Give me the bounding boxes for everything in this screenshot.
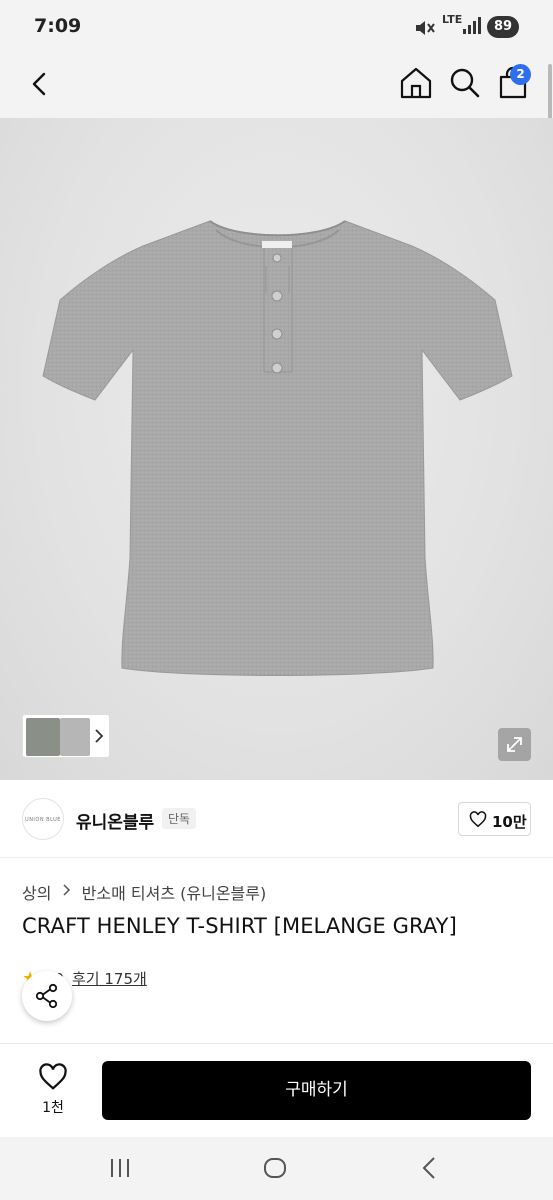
chevron-right-icon: [63, 883, 70, 896]
cart-count-badge: 2: [510, 64, 531, 85]
brand-logo[interactable]: UNION BLUE: [22, 798, 64, 840]
mute-icon: [416, 21, 435, 35]
expand-icon: [507, 737, 522, 752]
battery-indicator: 89: [487, 16, 519, 38]
wishlist-count: 1천: [42, 1100, 64, 1116]
thumbnail-shirts[interactable]: [60, 718, 90, 756]
home-icon[interactable]: [398, 65, 434, 101]
breadcrumb-subcategory[interactable]: 반소매 티셔츠 (유니온블루): [82, 880, 267, 904]
share-button[interactable]: [22, 971, 72, 1021]
app-top-bar: 2: [0, 56, 553, 118]
product-image[interactable]: [0, 118, 553, 780]
review-count-link[interactable]: 후기 175개: [72, 970, 147, 988]
back-icon[interactable]: [24, 68, 56, 100]
bottom-action-bar: 1천 구매하기: [0, 1043, 553, 1137]
heart-outline-icon: [469, 811, 487, 828]
expand-image-button[interactable]: [498, 728, 531, 761]
share-icon: [35, 983, 58, 1009]
status-bar: 7:09 LTE 89: [0, 0, 553, 56]
buy-button[interactable]: 구매하기: [102, 1061, 531, 1120]
wishlist-heart-icon[interactable]: [38, 1063, 68, 1091]
brand-row: UNION BLUE 유니온블루 단독 10만: [0, 780, 553, 858]
brand-like-count: 10만: [492, 813, 527, 831]
recent-apps-icon[interactable]: [109, 1158, 131, 1178]
home-circle-icon[interactable]: [263, 1157, 287, 1179]
exclusive-badge: 단독: [162, 808, 197, 829]
search-icon[interactable]: [447, 65, 481, 101]
back-arrow-icon[interactable]: [421, 1156, 437, 1180]
brand-name[interactable]: 유니온블루: [76, 808, 154, 833]
system-nav-bar: [0, 1137, 553, 1200]
network-type: LTE: [442, 13, 463, 26]
product-title: CRAFT HENLEY T-SHIRT [MELANGE GRAY]: [22, 914, 457, 938]
breadcrumb-category[interactable]: 상의: [22, 880, 51, 904]
breadcrumb: 상의 반소매 티셔츠 (유니온블루): [22, 880, 266, 904]
image-thumbnail-strip[interactable]: [22, 714, 110, 758]
signal-icon: [463, 17, 481, 34]
thumbnail-model[interactable]: [26, 718, 60, 756]
product-shirt-image: [42, 220, 513, 676]
chevron-right-icon[interactable]: [93, 727, 105, 745]
status-time: 7:09: [34, 15, 82, 37]
brand-like-button[interactable]: 10만: [458, 802, 531, 836]
